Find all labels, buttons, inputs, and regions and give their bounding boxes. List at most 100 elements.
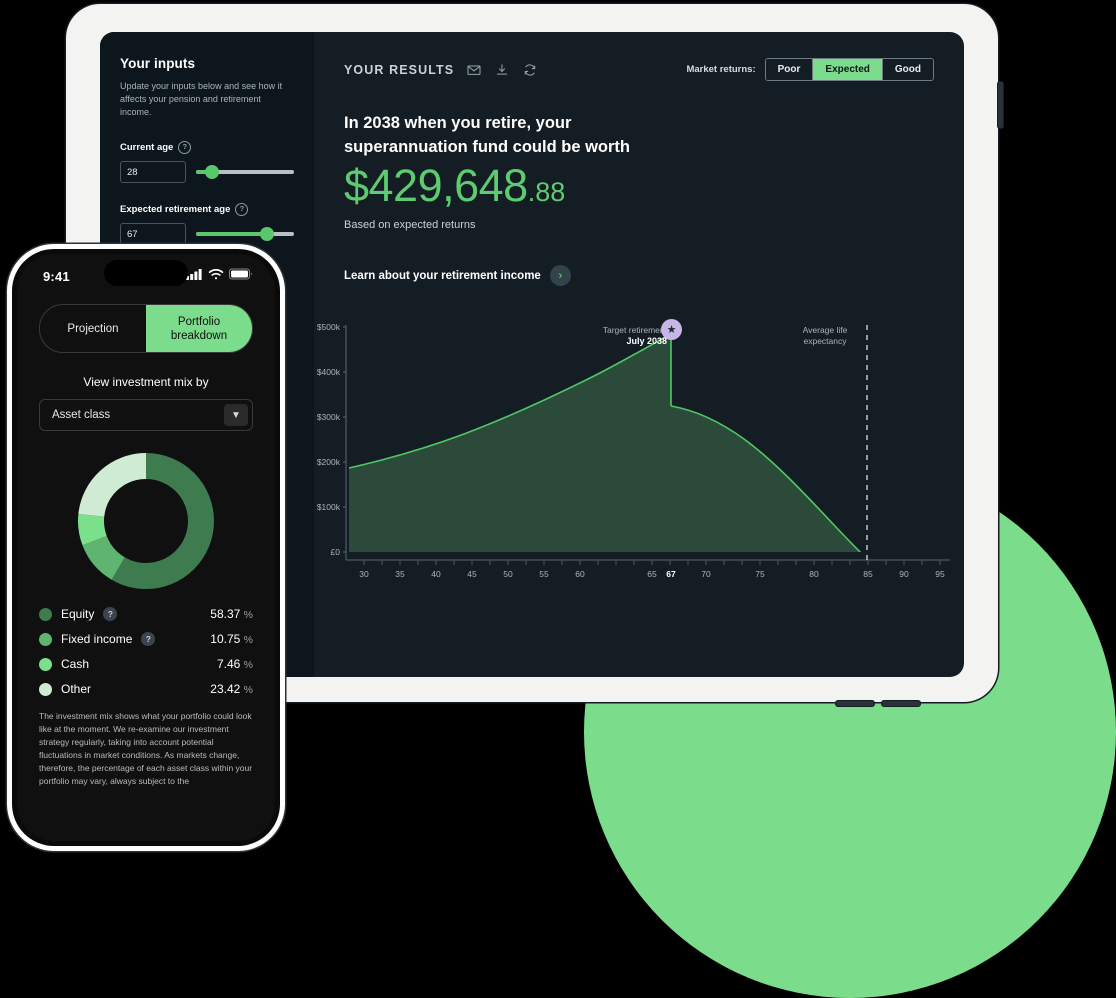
target-retirement-label: Target retirement bbox=[602, 325, 667, 335]
target-retirement-value: July 2038 bbox=[626, 336, 667, 346]
help-icon[interactable]: ? bbox=[103, 607, 118, 621]
view-toggle: Projection Portfolio breakdown bbox=[39, 304, 253, 353]
refresh-icon[interactable] bbox=[522, 62, 538, 78]
market-option-poor[interactable]: Poor bbox=[765, 59, 814, 80]
tablet-power-button bbox=[998, 82, 1003, 128]
legend-color-swatch bbox=[39, 632, 52, 646]
help-icon[interactable]: ? bbox=[178, 141, 192, 154]
wifi-icon bbox=[208, 267, 224, 285]
svg-text:80: 80 bbox=[809, 569, 819, 579]
asset-allocation-donut bbox=[39, 447, 253, 595]
envelope-icon[interactable] bbox=[466, 62, 482, 78]
field-expected-retirement-age: Expected retirement age ? bbox=[120, 203, 294, 245]
tab-projection[interactable]: Projection bbox=[40, 305, 146, 352]
market-option-good[interactable]: Good bbox=[882, 59, 933, 80]
legend-item-fixed-income: Fixed income ? 10.75 % bbox=[39, 632, 253, 646]
projected-value-decimal: .88 bbox=[527, 177, 566, 207]
help-icon[interactable]: ? bbox=[141, 632, 156, 646]
phone-screen: 9:41 Projection Portfolio breakdown View… bbox=[17, 254, 275, 841]
field-current-age: Current age ? bbox=[120, 141, 294, 183]
svg-text:85: 85 bbox=[863, 569, 873, 579]
current-age-input[interactable] bbox=[120, 161, 186, 183]
retirement-age-input[interactable] bbox=[120, 223, 186, 245]
life-expectancy-annotation: Average life expectancy bbox=[790, 325, 860, 347]
sidebar-title: Your inputs bbox=[120, 56, 196, 71]
svg-text:90: 90 bbox=[899, 569, 909, 579]
chevron-down-icon[interactable]: ▼ bbox=[224, 404, 248, 426]
svg-text:60: 60 bbox=[575, 569, 585, 579]
help-icon[interactable]: ? bbox=[235, 203, 249, 216]
status-time: 9:41 bbox=[43, 268, 70, 284]
market-returns-label: Market returns: bbox=[686, 64, 756, 75]
legend-value: 23.42 % bbox=[210, 682, 253, 696]
legend-color-swatch bbox=[39, 607, 52, 621]
slider-fill bbox=[196, 232, 267, 236]
legend-value: 10.75 % bbox=[210, 632, 253, 646]
svg-text:$100k: $100k bbox=[317, 502, 341, 512]
svg-text:$200k: $200k bbox=[317, 457, 341, 467]
tab-portfolio-breakdown[interactable]: Portfolio breakdown bbox=[146, 305, 252, 352]
investment-mix-disclaimer: The investment mix shows what your portf… bbox=[39, 711, 253, 786]
legend-label: Cash bbox=[61, 657, 90, 671]
star-icon[interactable]: ★ bbox=[661, 319, 682, 340]
market-option-expected[interactable]: Expected bbox=[813, 59, 883, 80]
svg-text:55: 55 bbox=[539, 569, 549, 579]
asset-allocation-legend: Equity ? 58.37 % Fixed income ? 10.75 % … bbox=[39, 607, 253, 696]
chart-area bbox=[348, 334, 862, 552]
results-header-left: YOUR RESULTS bbox=[344, 62, 538, 78]
y-axis-labels: $500k $400k $300k $200k $100k £0 bbox=[317, 322, 341, 557]
chevron-right-icon[interactable]: › bbox=[549, 265, 571, 286]
legend-label: Equity bbox=[61, 607, 95, 621]
phone-device: 9:41 Projection Portfolio breakdown View… bbox=[12, 249, 280, 846]
status-icons bbox=[186, 267, 253, 285]
sidebar-subtitle: Update your inputs below and see how it … bbox=[120, 81, 283, 117]
dynamic-island bbox=[104, 260, 188, 286]
life-expectancy-label-2: expectancy bbox=[803, 336, 847, 346]
legend-label: Fixed income bbox=[61, 632, 133, 646]
scene: Your inputs Update your inputs below and… bbox=[0, 0, 1116, 998]
svg-text:70: 70 bbox=[701, 569, 711, 579]
legend-value: 58.37 % bbox=[210, 607, 253, 621]
slider-thumb[interactable] bbox=[204, 165, 219, 179]
svg-text:£0: £0 bbox=[331, 547, 341, 557]
projection-basis: Based on expected returns bbox=[344, 219, 476, 231]
retirement-age-slider[interactable] bbox=[196, 227, 294, 241]
field-label-current-age: Current age bbox=[120, 142, 174, 153]
learn-more-label: Learn about your retirement income bbox=[344, 269, 541, 282]
market-returns-control: Market returns: Poor Expected Good bbox=[686, 58, 934, 81]
investment-mix-select[interactable]: Asset class ▼ bbox=[39, 399, 253, 431]
legend-color-swatch bbox=[39, 657, 52, 671]
field-label-retirement-age: Expected retirement age bbox=[120, 204, 231, 215]
legend-item-equity: Equity ? 58.37 % bbox=[39, 607, 253, 621]
tablet-bottom-button-1 bbox=[836, 701, 874, 706]
legend-color-swatch bbox=[39, 682, 52, 696]
phone-status-bar: 9:41 bbox=[17, 254, 275, 294]
svg-text:65: 65 bbox=[647, 569, 657, 579]
chart-svg: $500k $400k $300k $200k $100k £0 30 35 4… bbox=[317, 322, 950, 579]
slider-thumb[interactable] bbox=[259, 227, 274, 241]
svg-text:75: 75 bbox=[755, 569, 765, 579]
svg-text:67: 67 bbox=[666, 569, 676, 579]
projected-value: $429,648.88 bbox=[344, 163, 934, 208]
legend-value: 7.46 % bbox=[216, 657, 253, 671]
investment-mix-selected-value: Asset class bbox=[52, 409, 111, 421]
results-main-panel: YOUR RESULTS Market returns: Poor Expect… bbox=[314, 32, 964, 677]
svg-text:$300k: $300k bbox=[317, 412, 341, 422]
investment-mix-label: View investment mix by bbox=[83, 375, 209, 389]
page-title: YOUR RESULTS bbox=[344, 62, 455, 77]
current-age-slider[interactable] bbox=[196, 165, 294, 179]
svg-text:50: 50 bbox=[503, 569, 513, 579]
battery-icon bbox=[229, 267, 253, 285]
market-returns-segmented: Poor Expected Good bbox=[764, 58, 934, 81]
x-axis-labels: 30 35 40 45 50 55 60 65 67 70 75 80 85 90 95 bbox=[359, 569, 945, 579]
learn-more-link[interactable]: Learn about your retirement income › bbox=[344, 265, 934, 286]
legend-item-other: Other 23.42 % bbox=[39, 682, 253, 696]
svg-text:95: 95 bbox=[935, 569, 945, 579]
download-icon[interactable] bbox=[494, 62, 510, 78]
donut-svg bbox=[78, 453, 214, 589]
svg-text:45: 45 bbox=[467, 569, 477, 579]
phone-content: Projection Portfolio breakdown View inve… bbox=[17, 294, 275, 788]
svg-text:$400k: $400k bbox=[317, 367, 341, 377]
legend-item-cash: Cash 7.46 % bbox=[39, 657, 253, 671]
svg-text:30: 30 bbox=[359, 569, 369, 579]
